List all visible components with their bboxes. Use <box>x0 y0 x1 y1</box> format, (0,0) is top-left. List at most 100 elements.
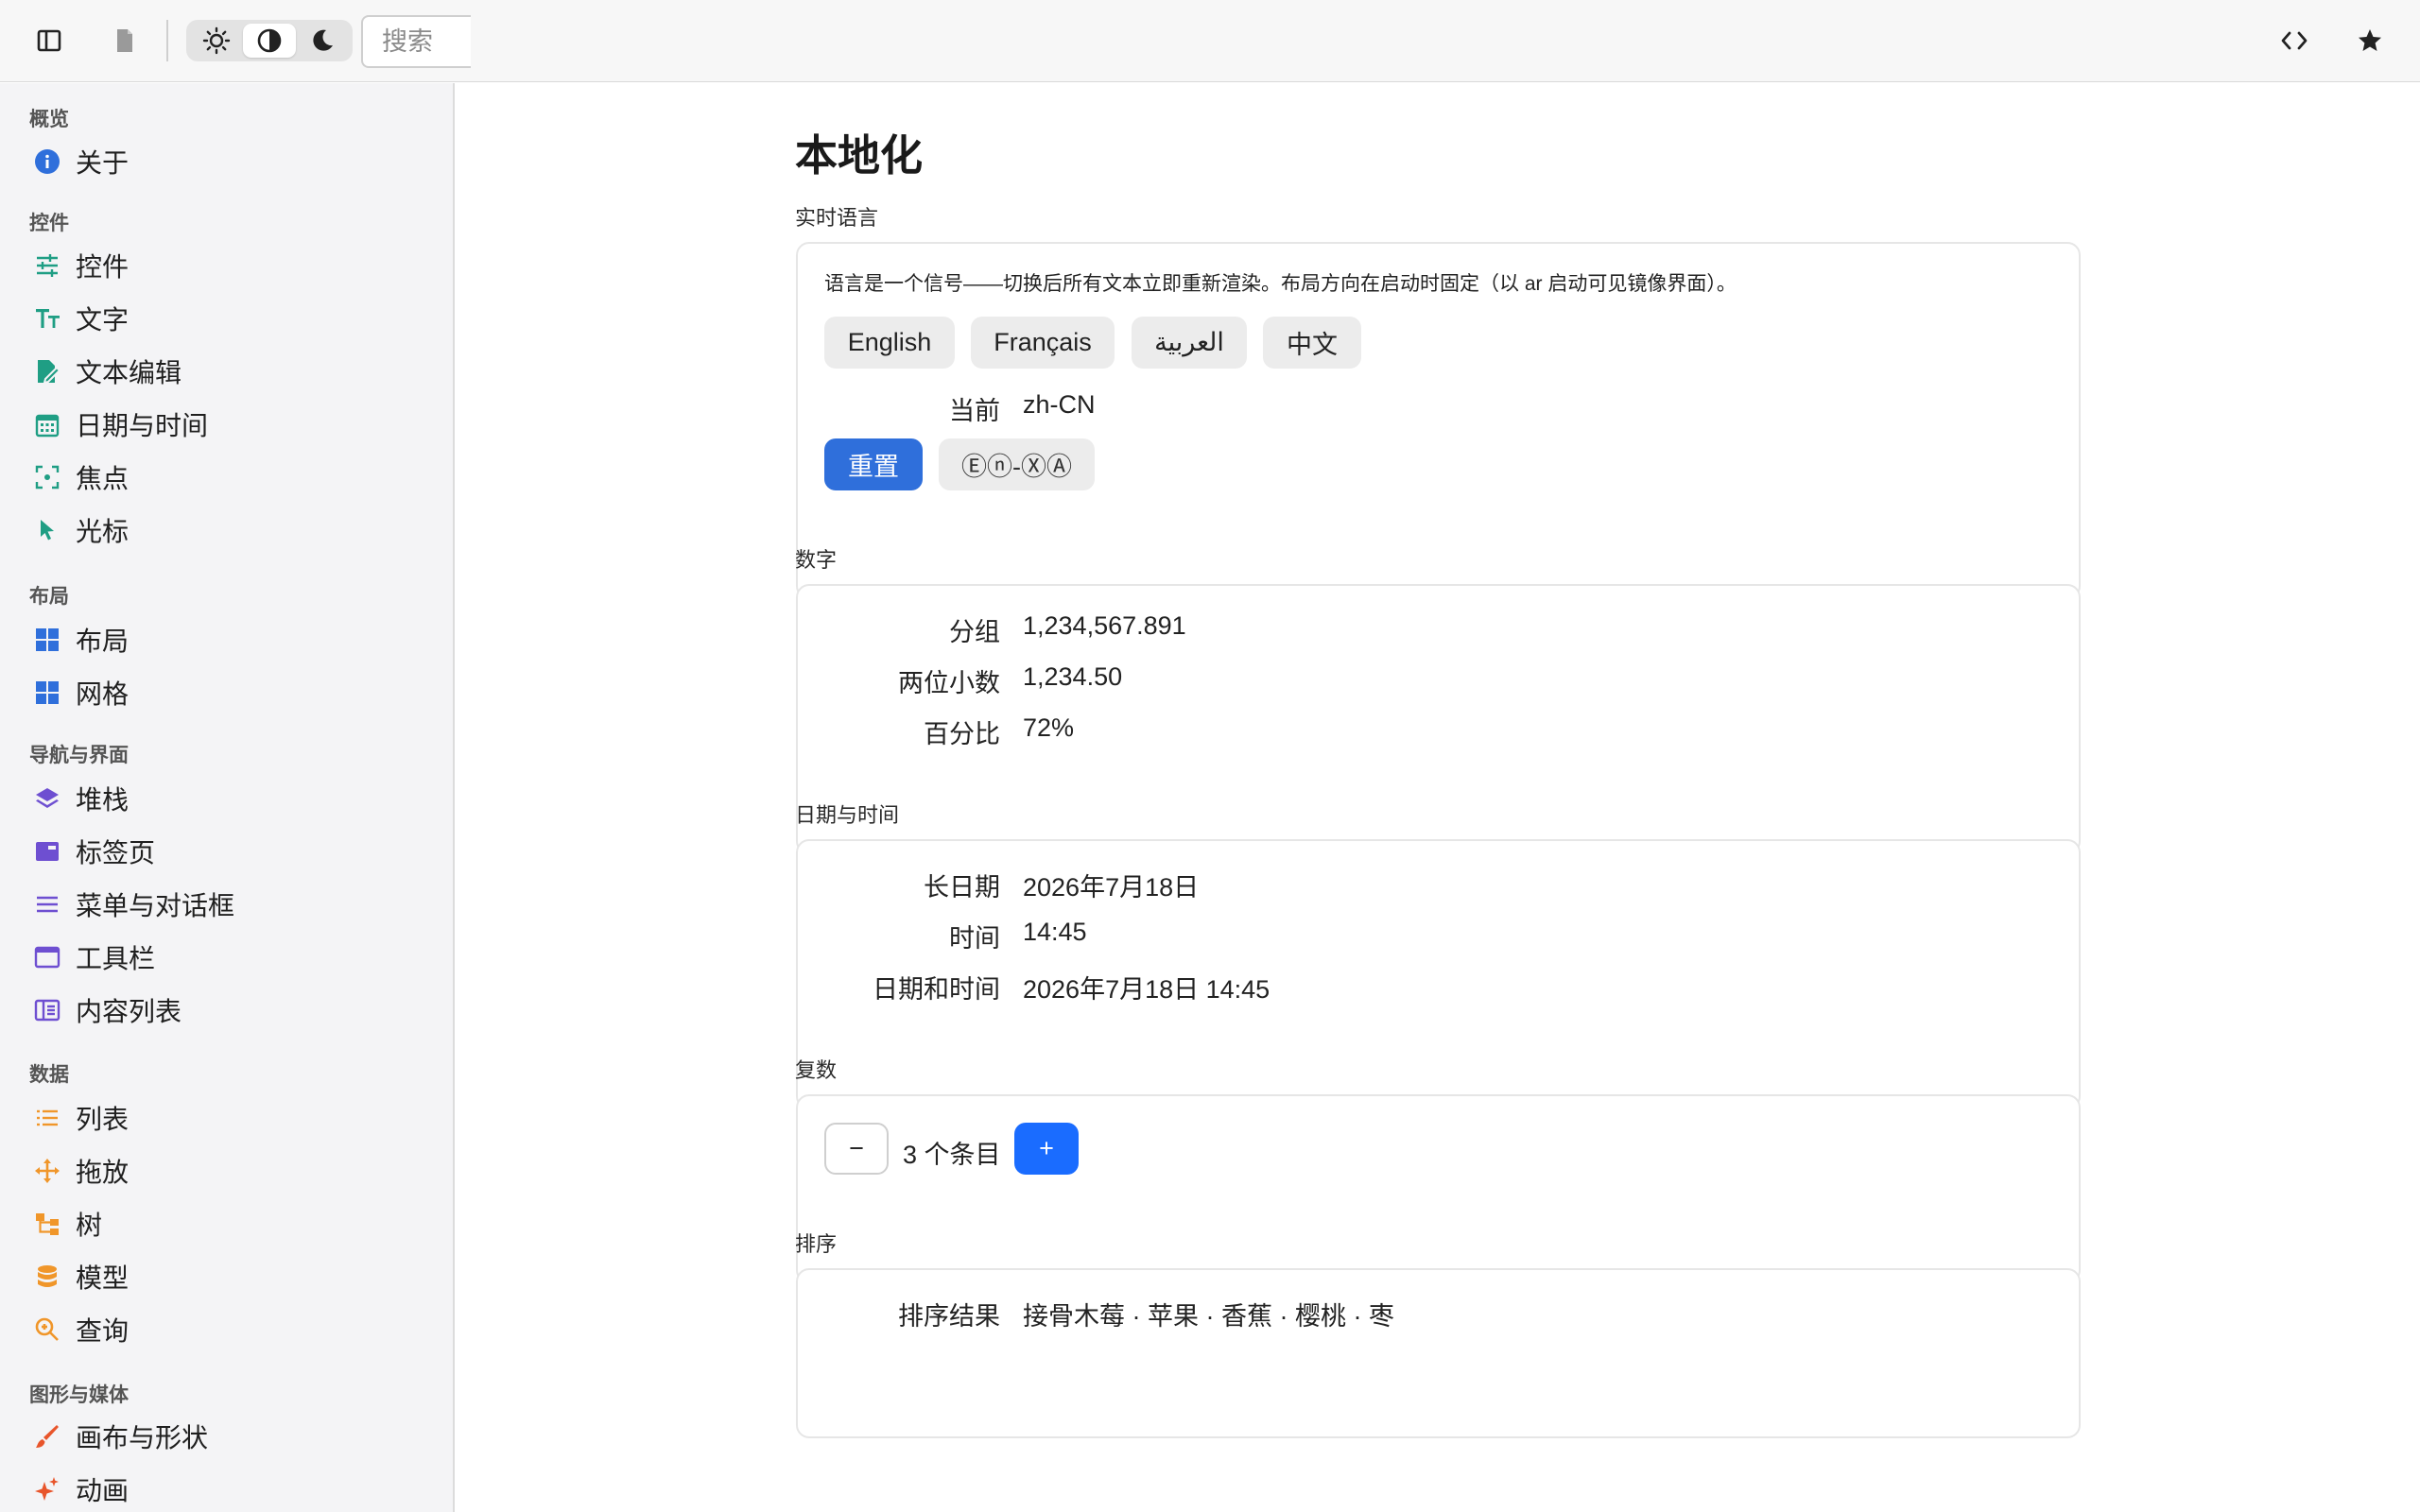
auto-theme-button[interactable] <box>243 24 296 58</box>
dark-theme-button[interactable] <box>296 24 349 58</box>
number-percent-value: 72% <box>1023 713 1075 742</box>
sidebar-item-cursor[interactable]: 光标 <box>23 507 439 554</box>
sidebar-item-label: 文字 <box>76 305 130 335</box>
increment-button[interactable]: + <box>1014 1123 1079 1175</box>
language-button-arabic[interactable]: العربية <box>1132 317 1247 369</box>
document-button[interactable] <box>100 16 149 65</box>
edit-document-icon <box>23 348 76 395</box>
sidebar-icon <box>37 29 61 52</box>
sidebar-item-label: 画布与形状 <box>76 1423 209 1452</box>
sidebar-item-label: 布局 <box>76 627 130 656</box>
number-grouping-label: 分组 <box>949 618 1000 646</box>
sidebar-item-label: 关于 <box>76 148 130 178</box>
sidebar-item-label: 网格 <box>76 679 130 709</box>
sidebar-section-title: 控件 <box>29 213 69 234</box>
sidebar-item-about[interactable]: 关于 <box>23 138 439 185</box>
current-locale-label: 当前 <box>949 397 1000 425</box>
plural-card: − 3 个条目 + <box>796 1094 2081 1283</box>
number-two-decimals-value: 1,234.50 <box>1023 662 1123 691</box>
sidebar-section-title: 概览 <box>29 109 69 130</box>
sidebar-item-toolbar[interactable]: 工具栏 <box>23 934 439 981</box>
sidebar-item-menus-dialogs[interactable]: 菜单与对话框 <box>23 881 439 928</box>
tabs-icon <box>23 828 76 875</box>
text-icon <box>23 295 76 342</box>
sidebar-item-label: 列表 <box>76 1105 130 1134</box>
language-description: 语言是一个信号——切换后所有文本立即重新渲染。布局方向在启动时固定（以 ar 启… <box>824 273 1737 295</box>
language-button-french[interactable]: Français <box>971 317 1115 369</box>
number-grouping-value: 1,234,567.891 <box>1023 611 1186 640</box>
sidebar-item-controls[interactable]: 控件 <box>23 242 439 289</box>
sidebar: 概览 关于 控件 控件 文字 文本编辑 日期与时间 焦点 光标 布局 布局 网格… <box>0 83 455 1512</box>
section-label-date-time: 日期与时间 <box>795 803 900 827</box>
date-time-label: 日期和时间 <box>873 975 1000 1004</box>
calendar-icon <box>23 401 76 448</box>
sidebar-item-tabs[interactable]: 标签页 <box>23 828 439 875</box>
sidebar-item-drag-drop[interactable]: 拖放 <box>23 1147 439 1194</box>
date-time-card: 长日期 2026年7月18日 时间 14:45 日期和时间 2026年7月18日… <box>796 839 2081 1109</box>
section-label-sorting: 排序 <box>795 1232 838 1256</box>
sidebar-item-date-time[interactable]: 日期与时间 <box>23 401 439 448</box>
sidebar-toggle-button[interactable] <box>25 16 74 65</box>
number-percent-label: 百分比 <box>924 720 1000 748</box>
moon-icon <box>313 29 333 51</box>
light-theme-button[interactable] <box>190 24 243 58</box>
sidebar-item-focus[interactable]: 焦点 <box>23 454 439 501</box>
content-list-icon <box>23 987 76 1034</box>
section-label-live-language: 实时语言 <box>795 206 879 230</box>
sliders-icon <box>23 242 76 289</box>
decrement-button[interactable]: − <box>824 1123 889 1175</box>
main-content: 本地化 实时语言 语言是一个信号——切换后所有文本立即重新渲染。布局方向在启动时… <box>457 83 2420 1512</box>
sparkle-icon <box>23 1466 76 1512</box>
sidebar-item-label: 控件 <box>76 252 130 282</box>
sidebar-item-list[interactable]: 列表 <box>23 1094 439 1142</box>
toolbar-divider <box>166 20 168 61</box>
sidebar-item-label: 光标 <box>76 517 130 546</box>
star-icon <box>2359 29 2381 51</box>
item-count-text: 3 个条目 <box>903 1141 1001 1169</box>
top-toolbar <box>0 0 2420 82</box>
page-title: 本地化 <box>795 131 924 180</box>
brush-icon <box>23 1413 76 1460</box>
reset-button[interactable]: 重置 <box>824 438 923 490</box>
sidebar-item-label: 菜单与对话框 <box>76 891 235 920</box>
long-date-label: 长日期 <box>924 873 1000 902</box>
pseudo-locale-button[interactable]: Ⓔⓝ-ⓍⒶ <box>939 438 1095 490</box>
info-icon <box>23 138 76 185</box>
sidebar-item-tree[interactable]: 树 <box>23 1200 439 1247</box>
menu-icon <box>23 881 76 928</box>
time-label: 时间 <box>949 924 1000 953</box>
sidebar-section-title: 导航与界面 <box>29 745 129 766</box>
date-time-value: 2026年7月18日 14:45 <box>1023 975 1270 1004</box>
sidebar-item-label: 文本编辑 <box>76 358 182 387</box>
cursor-icon <box>23 507 76 554</box>
sorting-card: 排序结果 接骨木莓 · 苹果 · 香蕉 · 樱桃 · 枣 <box>796 1268 2081 1438</box>
section-label-plural: 复数 <box>795 1058 838 1082</box>
sidebar-item-text[interactable]: 文字 <box>23 295 439 342</box>
numbers-card: 分组 1,234,567.891 两位小数 1,234.50 百分比 72% <box>796 584 2081 854</box>
list-icon <box>23 1094 76 1142</box>
sidebar-item-content-list[interactable]: 内容列表 <box>23 987 439 1034</box>
code-icon <box>2281 31 2308 50</box>
layout-icon <box>23 616 76 663</box>
theme-switcher <box>186 20 353 61</box>
sidebar-item-animation[interactable]: 动画 <box>23 1466 439 1512</box>
sidebar-item-query[interactable]: 查询 <box>23 1306 439 1353</box>
sidebar-item-stack[interactable]: 堆栈 <box>23 775 439 822</box>
sidebar-item-grid[interactable]: 网格 <box>23 669 439 716</box>
sidebar-item-label: 焦点 <box>76 464 130 493</box>
sidebar-item-canvas-shapes[interactable]: 画布与形状 <box>23 1413 439 1460</box>
sidebar-item-layout[interactable]: 布局 <box>23 616 439 663</box>
sidebar-item-model[interactable]: 模型 <box>23 1253 439 1300</box>
language-button-chinese[interactable]: 中文 <box>1263 317 1361 369</box>
query-icon <box>23 1306 76 1353</box>
sidebar-item-label: 内容列表 <box>76 997 182 1026</box>
search-input[interactable] <box>361 15 471 68</box>
sidebar-item-text-editing[interactable]: 文本编辑 <box>23 348 439 395</box>
favorite-button[interactable] <box>2345 16 2394 65</box>
language-button-english[interactable]: English <box>824 317 955 369</box>
focus-icon <box>23 454 76 501</box>
view-source-button[interactable] <box>2270 16 2319 65</box>
sidebar-item-label: 查询 <box>76 1316 130 1346</box>
toolbar-icon <box>23 934 76 981</box>
sidebar-section-title: 图形与媒体 <box>29 1384 129 1406</box>
